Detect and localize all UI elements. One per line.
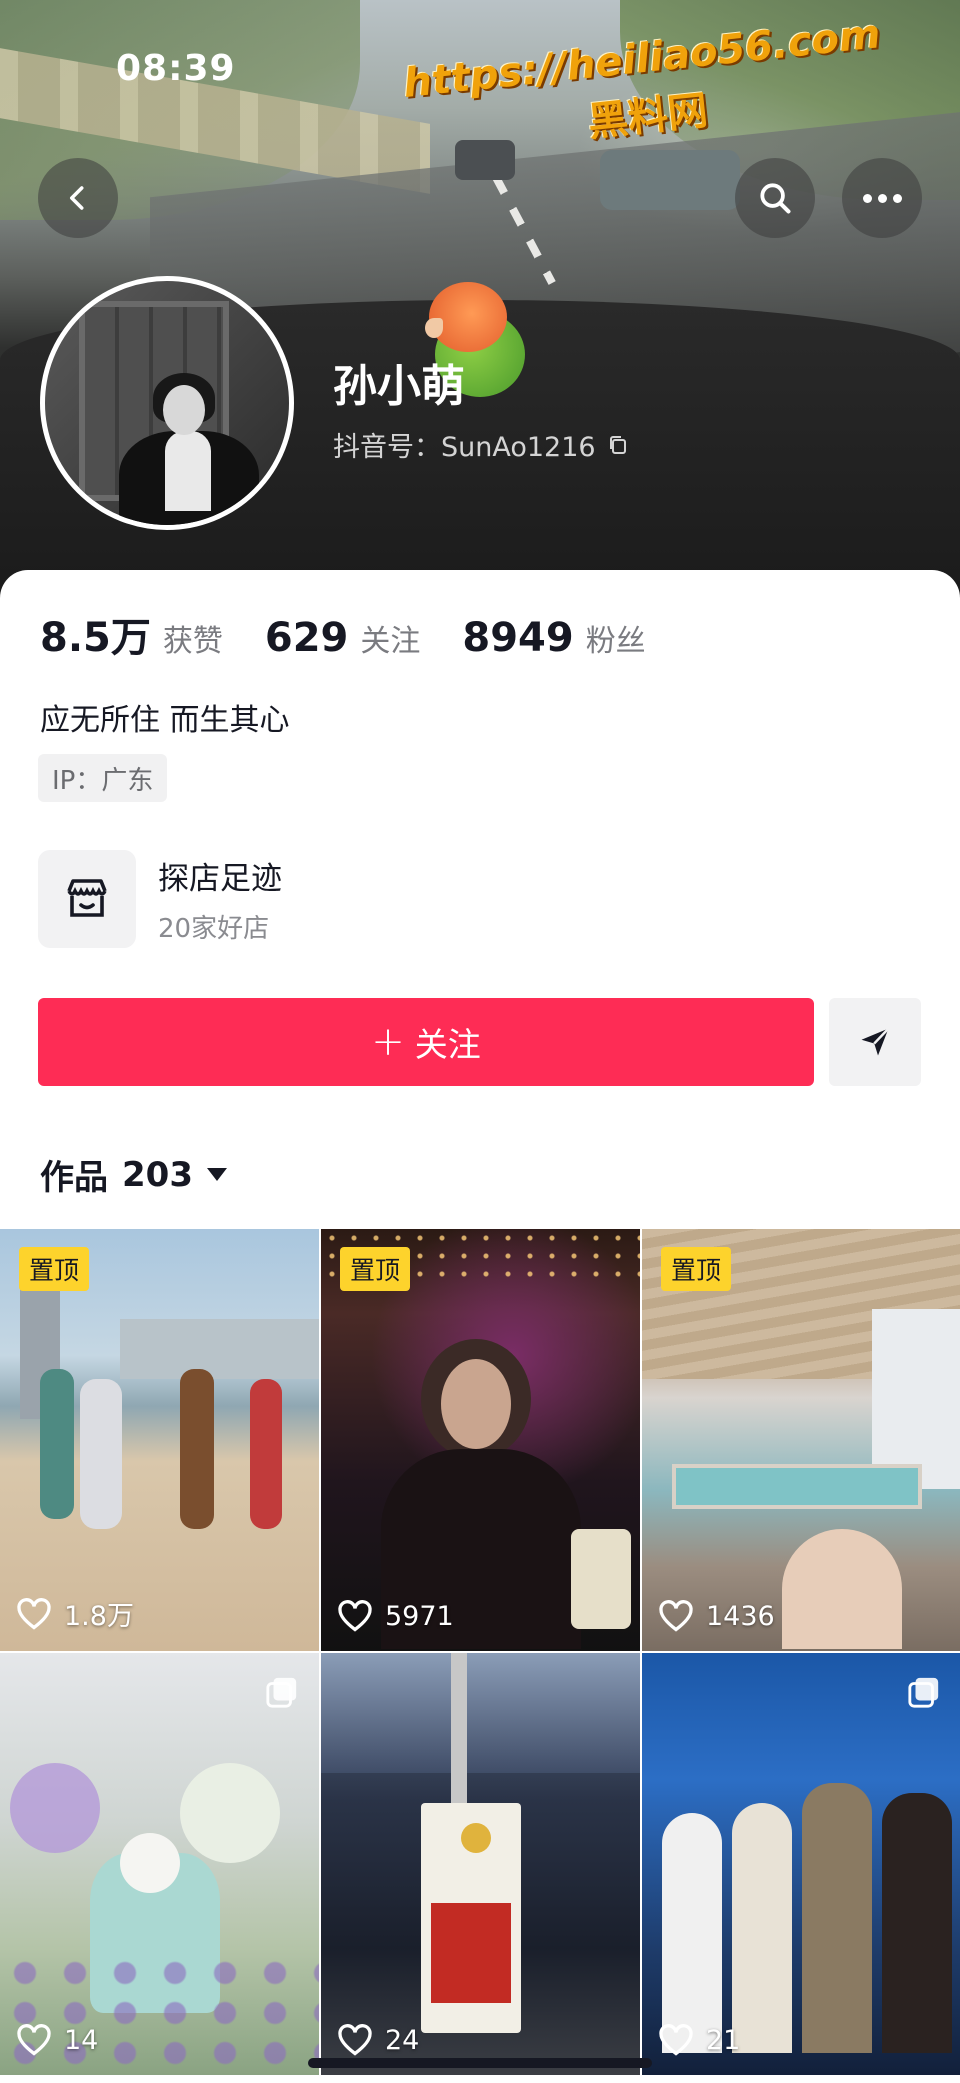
profile-card: 8.5万 获赞 629 关注 8949 粉丝 应无所住 而生其心 IP：广东 探… (0, 570, 960, 1230)
visits-subtitle: 20家好店 (158, 914, 270, 944)
more-button[interactable] (842, 158, 922, 238)
like-count: 24 (337, 2023, 419, 2057)
status-time: 08:39 (116, 48, 236, 89)
works-count: 203 (122, 1154, 193, 1195)
like-count-text: 21 (706, 2024, 741, 2056)
video-tile[interactable]: 置顶 5971 (321, 1229, 640, 1651)
shop-icon (38, 850, 136, 948)
pinned-badge: 置顶 (661, 1247, 732, 1291)
stat-label: 获赞 (162, 624, 223, 659)
stat-label: 关注 (360, 624, 421, 659)
chevron-left-icon (70, 186, 84, 210)
like-count-text: 24 (385, 2024, 420, 2056)
send-icon (861, 1027, 890, 1056)
plus-icon: + (371, 1019, 405, 1065)
pinned-badge: 置顶 (340, 1247, 411, 1291)
search-icon (760, 183, 791, 214)
caret-down-icon (206, 1168, 227, 1181)
follow-button[interactable]: + 关注 (38, 998, 814, 1086)
avatar[interactable] (40, 276, 294, 530)
video-tile[interactable]: 置顶 1.8万 (0, 1229, 319, 1651)
like-count: 5971 (337, 1599, 454, 1633)
like-count-text: 5971 (385, 1600, 454, 1632)
visits-entry[interactable]: 探店足迹 20家好店 (38, 850, 282, 948)
follow-label: 关注 (414, 1025, 481, 1064)
ip-tag: IP：广东 (38, 754, 168, 802)
multi-image-icon (908, 1677, 939, 1708)
video-tile[interactable]: 14 (0, 1653, 319, 2075)
multi-image-icon (266, 1677, 297, 1708)
stats-row: 8.5万 获赞 629 关注 8949 粉丝 (40, 605, 688, 663)
like-count: 14 (16, 2023, 98, 2057)
stat-value: 8949 (462, 615, 574, 661)
like-count: 21 (658, 2023, 740, 2057)
cover-car (600, 150, 740, 210)
video-tile[interactable]: 置顶 1436 (642, 1229, 960, 1651)
stat-followers[interactable]: 8949 粉丝 (462, 615, 645, 661)
heart-icon (659, 2024, 693, 2056)
works-grid: 置顶 1.8万 置顶 5971 置顶 1436 14 24 21 (0, 1229, 960, 2075)
stat-following[interactable]: 629 关注 (265, 615, 421, 661)
video-tile[interactable]: 24 (321, 1653, 640, 2075)
works-tab[interactable]: 作品 203 (40, 1150, 227, 1199)
stat-likes[interactable]: 8.5万 获赞 (40, 605, 223, 663)
copy-icon[interactable] (606, 433, 630, 457)
share-button[interactable] (829, 998, 921, 1086)
heart-icon (338, 1600, 372, 1632)
douyin-id-text: 抖音号：SunAo1216 (333, 432, 596, 463)
stat-value: 629 (264, 615, 349, 661)
stat-label: 粉丝 (585, 624, 646, 659)
heart-icon (17, 2024, 51, 2056)
bio-text: 应无所住 而生其心 (40, 703, 290, 738)
works-label: 作品 (40, 1158, 108, 1198)
like-count: 1436 (658, 1599, 775, 1633)
search-button[interactable] (735, 158, 815, 238)
heart-icon (17, 1597, 51, 1630)
like-count-text: 14 (64, 2024, 99, 2056)
home-indicator[interactable] (308, 2058, 652, 2068)
more-dots-icon (862, 193, 902, 203)
douyin-id[interactable]: 抖音号：SunAo1216 (333, 425, 630, 464)
video-tile[interactable]: 21 (642, 1653, 960, 2075)
like-count: 1.8万 (16, 1594, 134, 1633)
stat-value: 8.5万 (40, 615, 151, 661)
visits-title: 探店足迹 (158, 861, 282, 897)
heart-icon (338, 2024, 372, 2056)
like-count-text: 1436 (706, 1600, 775, 1632)
pinned-badge: 置顶 (19, 1247, 90, 1291)
like-count-text: 1.8万 (64, 1601, 134, 1632)
profile-name: 孙小萌 (333, 361, 465, 412)
back-button[interactable] (38, 158, 118, 238)
heart-icon (659, 1600, 693, 1632)
visits-text: 探店足迹 20家好店 (158, 853, 282, 945)
